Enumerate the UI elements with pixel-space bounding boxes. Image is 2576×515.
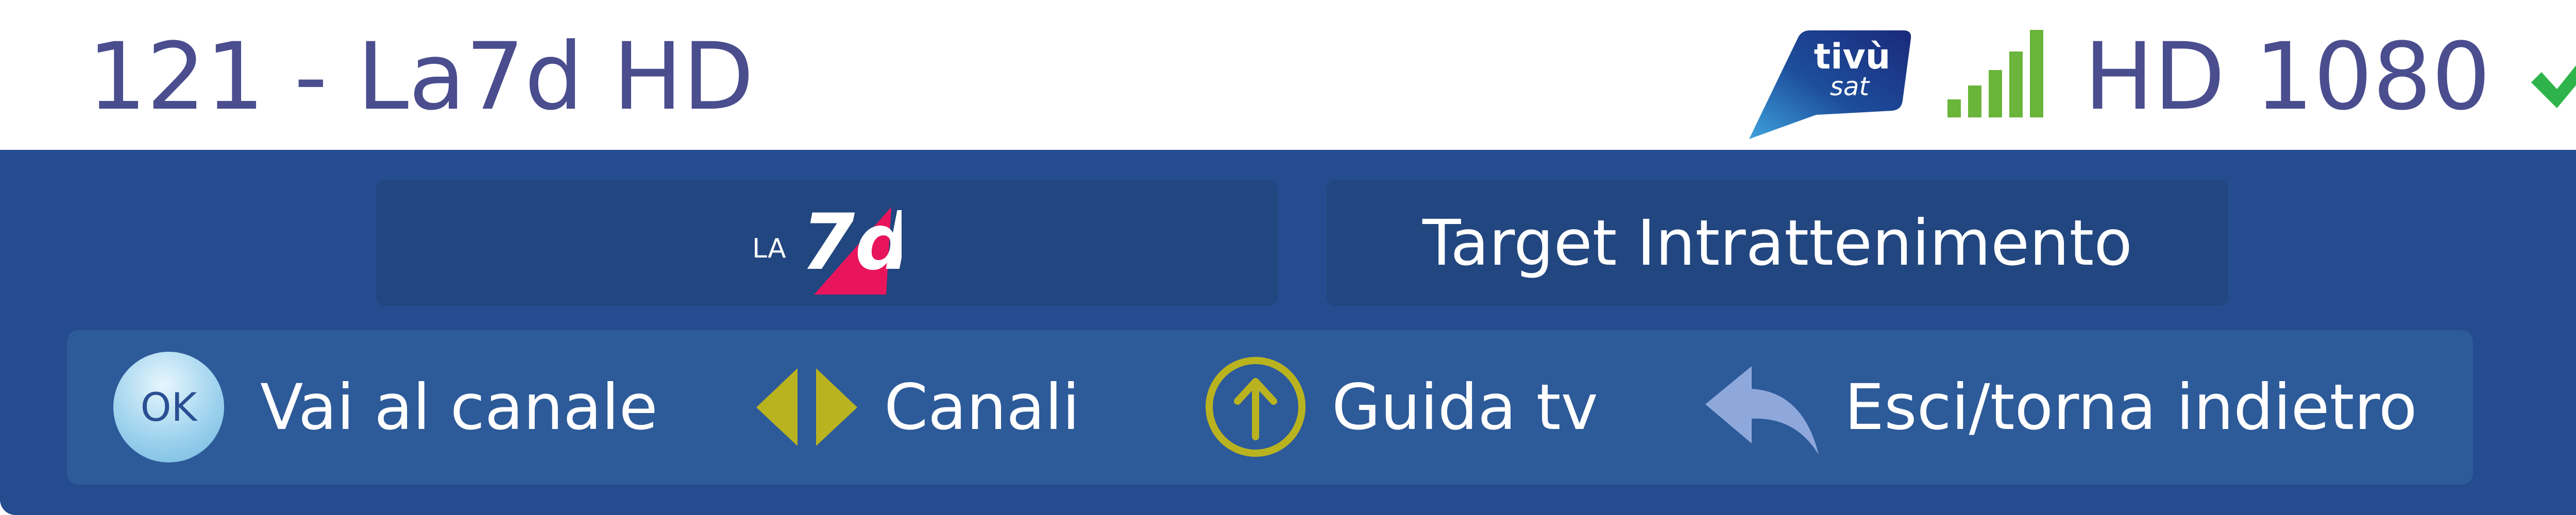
hint-channels[interactable]: Canali: [752, 352, 1080, 462]
resolution-label: HD 1080: [2084, 23, 2491, 131]
tivusat-logo: tivù sat: [1749, 30, 1911, 139]
circle-up-arrow-icon: [1206, 357, 1306, 457]
la7d-logo-mark: 7d: [801, 198, 902, 287]
left-right-arrows-icon: [756, 368, 857, 446]
hint-exit-back-label: Esci/torna indietro: [1844, 370, 2417, 444]
info-header: 121 - La7d HD tivù sat HD 1080: [0, 0, 2576, 147]
info-panel: LA 7d Target Intrattenimento OK Vai al c…: [0, 150, 2576, 515]
channel-title: 121 - La7d HD: [88, 23, 754, 131]
check-icon: [2531, 65, 2576, 108]
la7d-logo: LA 7d: [752, 198, 902, 295]
hint-go-to-channel-label: Vai al canale: [260, 370, 658, 444]
channel-logo-box: LA 7d: [376, 180, 1278, 306]
la7d-logo-prefix: LA: [752, 233, 786, 264]
channel-target: Target Intrattenimento: [1327, 180, 2228, 306]
tivusat-logo-bottom: sat: [1830, 72, 1871, 101]
channel-info-banner: 121 - La7d HD tivù sat HD 1080 LA 7d Tar…: [0, 0, 2576, 515]
hint-tv-guide[interactable]: Guida tv: [1200, 352, 1598, 462]
back-arrow-icon: [1705, 366, 1819, 455]
hint-tv-guide-label: Guida tv: [1332, 370, 1598, 444]
hint-channels-label: Canali: [884, 370, 1080, 444]
hint-exit-back[interactable]: Esci/torna indietro: [1700, 352, 2417, 462]
hint-go-to-channel[interactable]: OK Vai al canale: [113, 352, 658, 462]
signal-strength-icon: [1947, 30, 2043, 117]
remote-hints-bar: OK Vai al canale Canali Guida tv Esci/to…: [67, 330, 2473, 485]
ok-button-icon: OK: [113, 352, 224, 462]
